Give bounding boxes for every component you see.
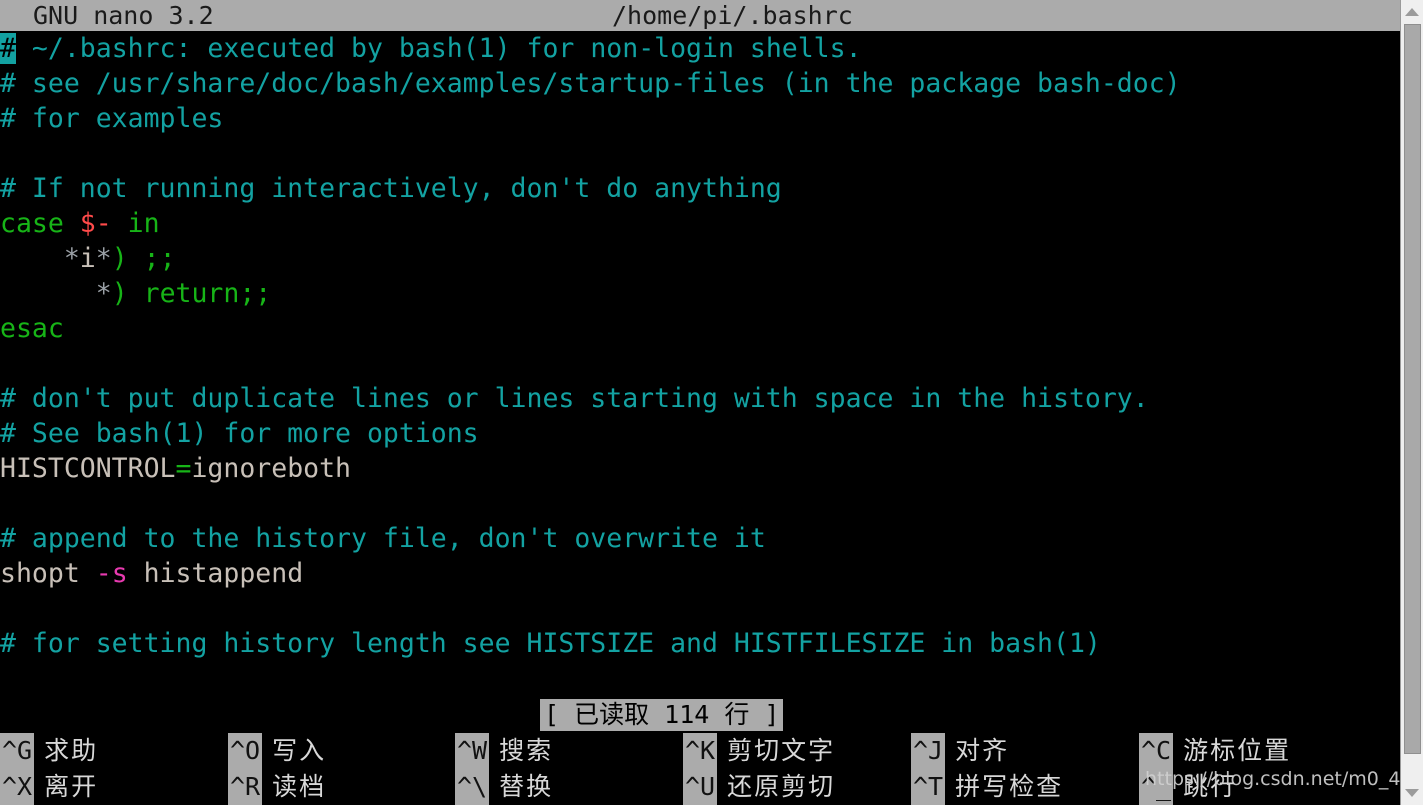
shortcut-entry[interactable]: ^W 搜索 — [455, 733, 553, 769]
code-token: in — [111, 208, 160, 239]
text-cursor: # — [0, 33, 16, 64]
help-column: ^W 搜索 ^\ 替换 — [455, 733, 553, 805]
code-token: histappend — [127, 558, 304, 589]
shortcut-key-label: ^_ — [1139, 769, 1174, 805]
code-token: # for examples — [0, 103, 224, 134]
code-token: * — [95, 243, 112, 274]
shortcut-entry[interactable]: ^G 求助 — [0, 733, 98, 769]
scroll-down-arrow-icon[interactable] — [1401, 783, 1423, 803]
code-line: # for examples — [0, 101, 223, 136]
shortcut-key-label: ^O — [228, 733, 263, 769]
shortcut-key-label: ^C — [1139, 733, 1174, 769]
shortcut-key-label: ^X — [0, 769, 35, 805]
shortcut-description: 拼写检查 — [955, 772, 1064, 801]
triangle-down-icon — [1405, 789, 1419, 797]
shortcut-description: 跳行 — [1183, 772, 1238, 801]
code-token: # see /usr/share/doc/bash/examples/start… — [0, 68, 1181, 99]
shortcut-entry[interactable]: ^O 写入 — [228, 733, 326, 769]
help-column: ^K 剪切文字 ^U 还原剪切 — [683, 733, 835, 805]
code-token: ~/.bashrc: executed by bash(1) for non-l… — [15, 33, 862, 64]
help-column: ^C 游标位置 ^_ 跳行 — [1139, 733, 1291, 805]
code-token: shopt — [0, 558, 96, 589]
shortcut-entry[interactable]: ^X 离开 — [0, 769, 98, 805]
shortcut-description: 游标位置 — [1183, 736, 1292, 765]
shortcut-description: 求助 — [44, 736, 99, 765]
code-token: # don't put duplicate lines or lines sta… — [0, 383, 1149, 414]
code-token: * — [63, 243, 80, 274]
shortcut-entry[interactable]: ^K 剪切文字 — [683, 733, 835, 769]
window-scrollbar[interactable] — [1400, 0, 1423, 805]
code-line: *i*) ;; — [0, 241, 176, 276]
shortcut-entry[interactable]: ^R 读档 — [228, 769, 326, 805]
shortcut-entry[interactable]: ^_ 跳行 — [1139, 769, 1291, 805]
triangle-up-icon — [1405, 8, 1419, 16]
shortcut-entry[interactable]: ^U 还原剪切 — [683, 769, 835, 805]
shortcut-key-label: ^W — [455, 733, 490, 769]
status-message: [ 已读取 114 行 ] — [540, 699, 784, 731]
shortcut-key-label: ^R — [228, 769, 263, 805]
code-token: -s — [95, 558, 128, 589]
shortcut-key-label: ^K — [683, 733, 718, 769]
code-token: ignoreboth — [191, 453, 352, 484]
help-column: ^G 求助 ^X 离开 — [0, 733, 98, 805]
shortcut-entry[interactable]: ^C 游标位置 — [1139, 733, 1291, 769]
code-token: = — [175, 453, 192, 484]
code-line: HISTCONTROL=ignoreboth — [0, 451, 351, 486]
code-token: # for setting history length see HISTSIZ… — [0, 628, 1101, 659]
shortcut-key-label: ^U — [683, 769, 718, 805]
code-line: # for setting history length see HISTSIZ… — [0, 626, 1101, 661]
shortcut-description: 离开 — [44, 772, 99, 801]
shortcut-key-label: ^\ — [455, 769, 490, 805]
code-line: # If not running interactively, don't do… — [0, 171, 782, 206]
title-bar: GNU nano 3.2 /home/pi/.bashrc — [0, 0, 1400, 31]
help-column: ^O 写入 ^R 读档 — [228, 733, 326, 805]
code-line: # append to the history file, don't over… — [0, 521, 766, 556]
shortcut-description: 搜索 — [499, 736, 554, 765]
code-line: case $- in — [0, 206, 160, 241]
code-token: ) ;; — [111, 243, 176, 274]
shortcut-help-bar: ^G 求助 ^X 离开 ^O 写入 ^R 读档 ^W 搜索 ^\ 替换 ^K 剪切文字 ^U 还原剪切 ^J 对齐… — [0, 733, 1400, 805]
shortcut-entry[interactable]: ^T 拼写检查 — [911, 769, 1063, 805]
shortcut-key-label: ^T — [911, 769, 946, 805]
nano-editor-window: GNU nano 3.2 /home/pi/.bashrc # ~/.bashr… — [0, 0, 1423, 805]
code-token: # See bash(1) for more options — [0, 418, 479, 449]
app-version-label: GNU nano 3.2 — [33, 1, 214, 30]
shortcut-description: 写入 — [272, 736, 327, 765]
open-file-path: /home/pi/.bashrc — [612, 1, 853, 30]
shortcut-description: 对齐 — [955, 736, 1010, 765]
code-token: * — [95, 278, 112, 309]
code-token: i — [79, 243, 96, 274]
code-token: # append to the history file, don't over… — [0, 523, 766, 554]
code-line: # ~/.bashrc: executed by bash(1) for non… — [0, 31, 862, 66]
scroll-up-arrow-icon[interactable] — [1401, 2, 1423, 22]
code-token: $- — [79, 208, 112, 239]
code-line: *) return;; — [0, 276, 272, 311]
shortcut-entry[interactable]: ^\ 替换 — [455, 769, 553, 805]
code-token: HISTCONTROL — [0, 453, 176, 484]
shortcut-description: 还原剪切 — [727, 772, 836, 801]
code-token: # If not running interactively, don't do… — [0, 173, 782, 204]
code-line: esac — [0, 311, 64, 346]
editor-text-area[interactable]: # ~/.bashrc: executed by bash(1) for non… — [0, 31, 1400, 697]
code-token: ) return;; — [111, 278, 272, 309]
shortcut-description: 剪切文字 — [727, 736, 836, 765]
code-token: esac — [0, 313, 64, 344]
scrollbar-thumb[interactable] — [1404, 24, 1421, 754]
help-column: ^J 对齐 ^T 拼写检查 — [911, 733, 1063, 805]
shortcut-key-label: ^G — [0, 733, 35, 769]
shortcut-key-label: ^J — [911, 733, 946, 769]
code-line: shopt -s histappend — [0, 556, 303, 591]
code-line: # see /usr/share/doc/bash/examples/start… — [0, 66, 1181, 101]
shortcut-description: 替换 — [499, 772, 554, 801]
code-token: case — [0, 208, 80, 239]
shortcut-entry[interactable]: ^J 对齐 — [911, 733, 1063, 769]
code-line: # don't put duplicate lines or lines sta… — [0, 381, 1149, 416]
code-line: # See bash(1) for more options — [0, 416, 479, 451]
shortcut-description: 读档 — [272, 772, 327, 801]
